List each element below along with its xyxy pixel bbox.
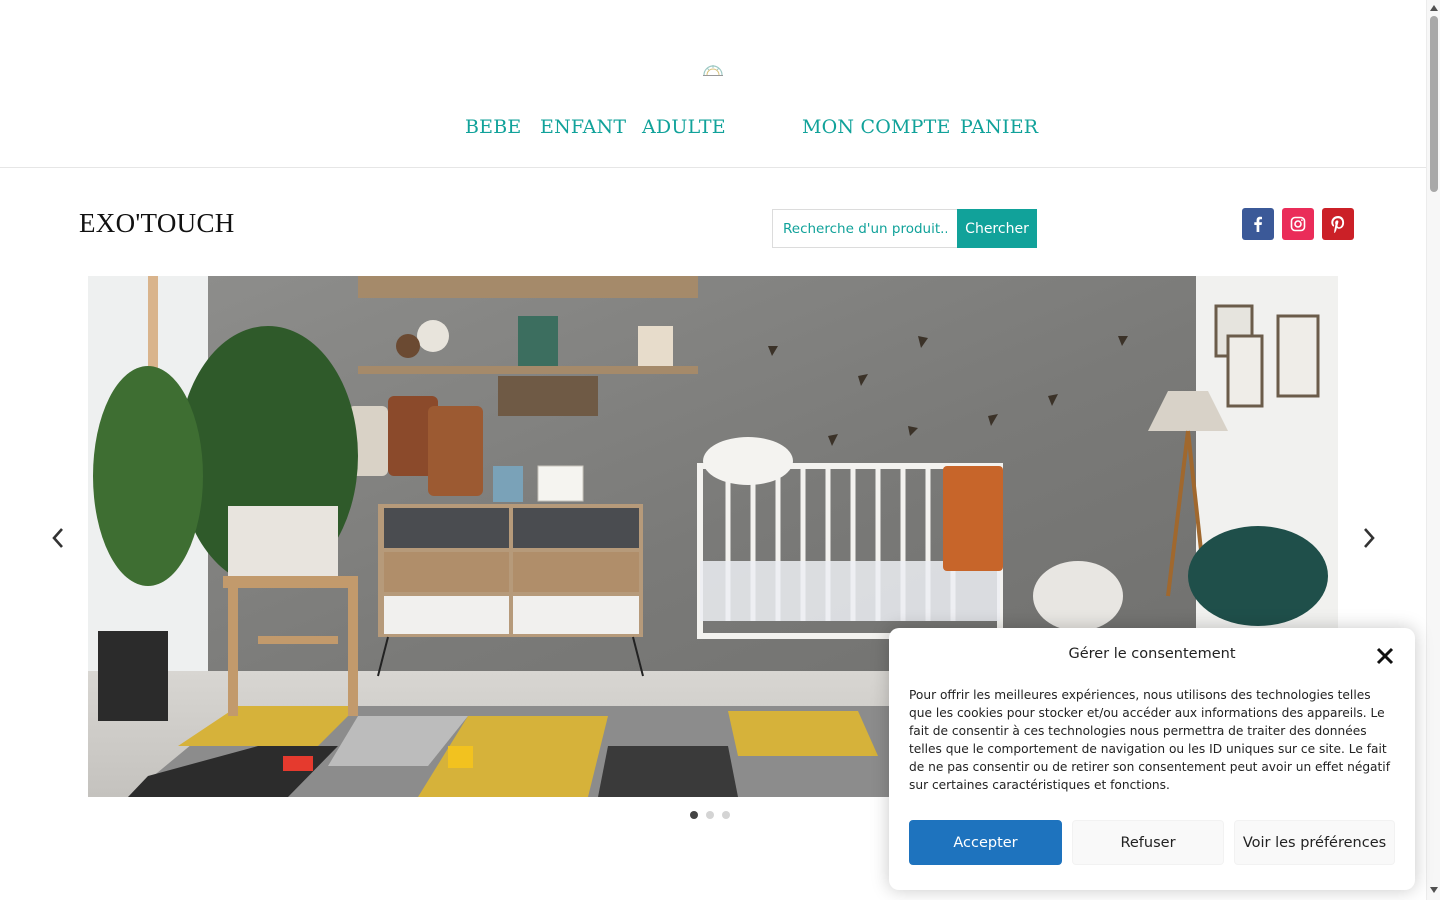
scrollbar-thumb[interactable] bbox=[1430, 16, 1438, 192]
slider-prev-button[interactable] bbox=[46, 524, 70, 552]
chevron-left-icon bbox=[52, 528, 63, 548]
close-icon[interactable] bbox=[1375, 646, 1395, 666]
facebook-button[interactable] bbox=[1242, 208, 1274, 240]
consent-text: Pour offrir les meilleures expériences, … bbox=[909, 688, 1390, 792]
search-button[interactable]: Chercher bbox=[957, 209, 1037, 248]
nav-mon-compte[interactable]: MON COMPTE bbox=[802, 116, 951, 138]
slider-dot-3[interactable] bbox=[722, 811, 730, 819]
instagram-button[interactable] bbox=[1282, 208, 1314, 240]
nav-bebe[interactable]: BEBE bbox=[465, 116, 521, 138]
site-title: EXO'TOUCH bbox=[79, 208, 235, 238]
nav-adulte[interactable]: ADULTE bbox=[642, 116, 726, 138]
search-input[interactable] bbox=[772, 209, 957, 248]
slider-dot-1[interactable] bbox=[690, 811, 698, 819]
scroll-up-arrow-icon[interactable] bbox=[1430, 4, 1438, 12]
view-preferences-button[interactable]: Voir les préférences bbox=[1234, 820, 1395, 865]
scroll-down-arrow-icon[interactable] bbox=[1430, 886, 1438, 894]
chevron-right-icon bbox=[1364, 528, 1375, 548]
cookie-consent-dialog: Gérer le consentement Pour offrir les me… bbox=[889, 628, 1415, 890]
accept-button[interactable]: Accepter bbox=[909, 820, 1062, 865]
slider-dot-2[interactable] bbox=[706, 811, 714, 819]
slider-dots bbox=[690, 811, 730, 819]
slider-next-button[interactable] bbox=[1357, 524, 1381, 552]
refuse-button[interactable]: Refuser bbox=[1072, 820, 1224, 865]
pinterest-button[interactable] bbox=[1322, 208, 1354, 240]
facebook-icon bbox=[1254, 216, 1262, 232]
nav-enfant[interactable]: ENFANT bbox=[540, 116, 626, 138]
logo-icon[interactable] bbox=[702, 62, 724, 78]
consent-title: Gérer le consentement bbox=[1068, 646, 1236, 662]
nav-panier[interactable]: PANIER bbox=[960, 116, 1038, 138]
page-scrollbar[interactable] bbox=[1426, 0, 1440, 900]
instagram-icon bbox=[1290, 216, 1306, 232]
main-nav: BEBE ENFANT ADULTE MON COMPTE PANIER bbox=[0, 116, 1426, 144]
pinterest-icon bbox=[1331, 215, 1345, 233]
site-header: BEBE ENFANT ADULTE MON COMPTE PANIER bbox=[0, 0, 1426, 168]
search-form: Chercher bbox=[772, 209, 1037, 248]
